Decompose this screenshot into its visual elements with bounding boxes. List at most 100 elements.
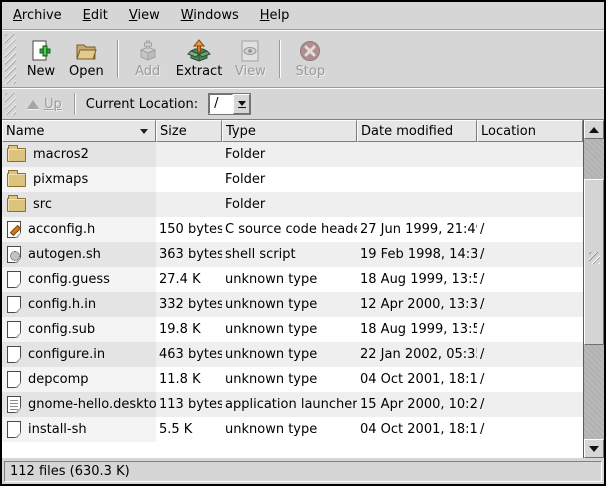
file-name: config.guess	[28, 272, 110, 287]
stop-button-label: Stop	[296, 64, 326, 79]
file-type: Folder	[222, 192, 357, 217]
table-row[interactable]: config.sub 19.8 K unknown type 18 Aug 19…	[2, 317, 583, 342]
menu-edit[interactable]: Edit	[74, 4, 120, 27]
file-name: macros2	[33, 147, 89, 162]
location-dropdown-button[interactable]	[233, 94, 250, 114]
file-name: pixmaps	[33, 172, 88, 187]
new-archive-icon	[29, 39, 53, 63]
file-type: unknown type	[222, 342, 357, 367]
table-row[interactable]: configure.in 463 bytes unknown type 22 J…	[2, 342, 583, 367]
toolbar-drag-handle[interactable]	[5, 34, 16, 84]
scrollbar-thumb[interactable]	[584, 179, 604, 345]
chevron-down-icon	[238, 101, 246, 106]
table-body: macros2 Folder pixmaps Folder src F	[2, 142, 583, 458]
view-file-icon	[238, 39, 262, 63]
extract-button[interactable]: Extract	[170, 33, 229, 85]
file-name: autogen.sh	[28, 247, 101, 262]
column-header-location[interactable]: Location	[477, 120, 583, 142]
file-location: /	[477, 217, 583, 242]
document-icon	[7, 346, 21, 363]
file-size	[156, 192, 222, 217]
locationbar-drag-handle[interactable]	[5, 93, 16, 115]
file-size: 332 bytes	[156, 292, 222, 317]
column-header-type-label: Type	[226, 124, 256, 139]
file-location: /	[477, 367, 583, 392]
file-size: 5.5 K	[156, 417, 222, 442]
add-files-icon	[136, 39, 160, 63]
menu-help[interactable]: Help	[251, 4, 302, 27]
table-row[interactable]: pixmaps Folder	[2, 167, 583, 192]
menu-archive[interactable]: Archive	[4, 4, 74, 27]
folder-icon	[7, 198, 26, 212]
file-name: configure.in	[28, 347, 105, 362]
file-size: 463 bytes	[156, 342, 222, 367]
file-name: install-sh	[28, 422, 87, 437]
folder-icon	[7, 148, 26, 162]
new-button[interactable]: New	[19, 33, 63, 85]
sort-indicator-icon	[140, 129, 148, 134]
file-date: 15 Apr 2000, 10:21	[357, 392, 477, 417]
table-row[interactable]: config.guess 27.4 K unknown type 18 Aug …	[2, 267, 583, 292]
file-name: config.h.in	[28, 297, 96, 312]
file-date	[357, 142, 477, 167]
extract-button-label: Extract	[176, 64, 223, 79]
file-date: 18 Aug 1999, 13:53	[357, 317, 477, 342]
file-size: 363 bytes	[156, 242, 222, 267]
file-size	[156, 142, 222, 167]
location-bar: Up Current Location: /	[2, 89, 604, 119]
file-date: 04 Oct 2001, 18:12	[357, 367, 477, 392]
file-table: Name Size Type Date modified Location ma…	[2, 120, 583, 458]
stop-icon	[298, 39, 322, 63]
vertical-scrollbar[interactable]	[583, 120, 604, 458]
table-row[interactable]: config.h.in 332 bytes unknown type 12 Ap…	[2, 292, 583, 317]
menu-view[interactable]: View	[120, 4, 172, 27]
scroll-up-button[interactable]	[584, 120, 604, 139]
column-header-name[interactable]: Name	[2, 120, 156, 142]
column-header-date[interactable]: Date modified	[357, 120, 477, 142]
table-row[interactable]: gnome-hello.desktop 113 bytes applicatio…	[2, 392, 583, 417]
document-gear-icon	[7, 246, 21, 263]
file-date: 12 Apr 2000, 13:36	[357, 292, 477, 317]
view-button: View	[228, 33, 272, 85]
location-value[interactable]: /	[209, 94, 233, 114]
archive-manager-window: Archive Edit View Windows Help New	[0, 0, 606, 486]
table-row[interactable]: install-sh 5.5 K unknown type 04 Oct 200…	[2, 417, 583, 442]
locationbar-separator	[74, 93, 76, 115]
file-type: Folder	[222, 142, 357, 167]
statusbar-area: 112 files (630.3 K)	[2, 458, 604, 484]
file-location	[477, 192, 583, 217]
open-button-label: Open	[69, 64, 104, 79]
file-date	[357, 192, 477, 217]
column-header-type[interactable]: Type	[222, 120, 357, 142]
table-row[interactable]: macros2 Folder	[2, 142, 583, 167]
file-type: unknown type	[222, 417, 357, 442]
current-location-label: Current Location:	[84, 97, 206, 112]
table-row[interactable]: depcomp 11.8 K unknown type 04 Oct 2001,…	[2, 367, 583, 392]
scrollbar-trough[interactable]	[584, 139, 604, 439]
column-header-size[interactable]: Size	[156, 120, 222, 142]
menubar: Archive Edit View Windows Help	[2, 2, 604, 29]
up-button: Up	[19, 94, 70, 115]
file-type: unknown type	[222, 292, 357, 317]
file-type: shell script	[222, 242, 357, 267]
status-message: 112 files (630.3 K)	[4, 461, 602, 482]
file-date: 04 Oct 2001, 18:12	[357, 417, 477, 442]
arrow-up-icon	[589, 127, 599, 133]
column-header-size-label: Size	[160, 124, 187, 139]
table-row[interactable]: acconfig.h 150 bytes C source code heade…	[2, 217, 583, 242]
open-button[interactable]: Open	[63, 33, 110, 85]
column-header-name-label: Name	[6, 124, 44, 139]
table-row[interactable]: autogen.sh 363 bytes shell script 19 Feb…	[2, 242, 583, 267]
file-location: /	[477, 317, 583, 342]
document-icon	[7, 421, 21, 438]
file-date: 19 Feb 1998, 14:31	[357, 242, 477, 267]
toolbar: New Open Add	[2, 31, 604, 87]
document-icon	[7, 371, 21, 388]
file-size: 113 bytes	[156, 392, 222, 417]
table-row[interactable]: src Folder	[2, 192, 583, 217]
menu-windows[interactable]: Windows	[172, 4, 251, 27]
column-header-date-label: Date modified	[361, 124, 453, 139]
file-location: /	[477, 342, 583, 367]
file-name: depcomp	[28, 372, 89, 387]
scroll-down-button[interactable]	[584, 439, 604, 458]
